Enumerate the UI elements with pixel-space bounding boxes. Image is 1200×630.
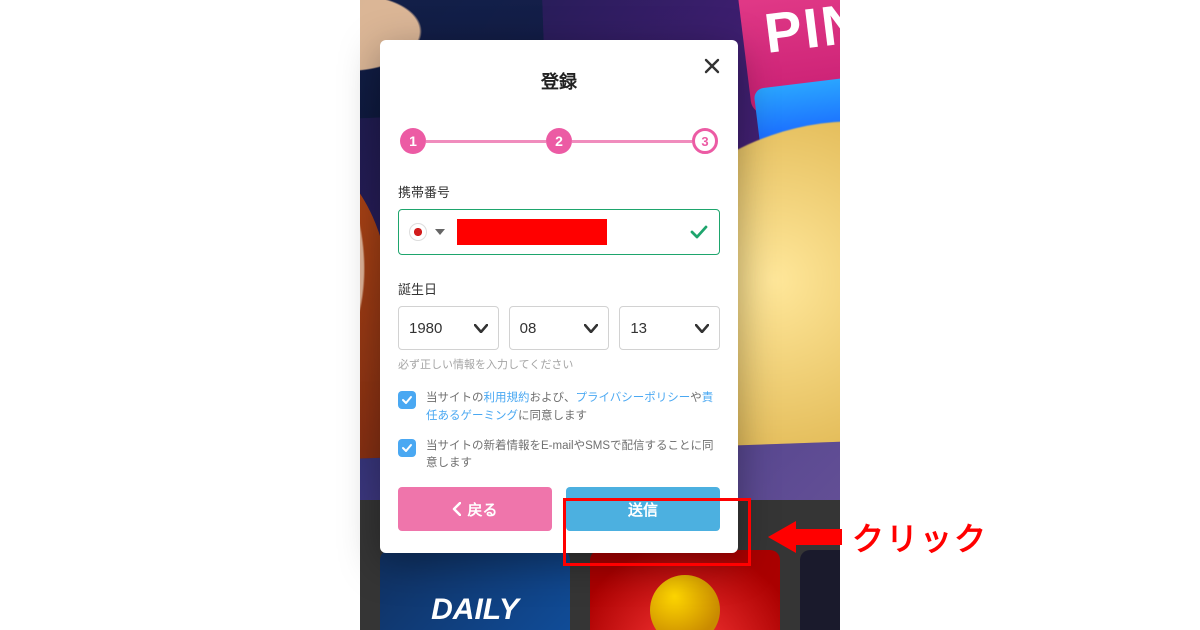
- phone-label: 携帯番号: [398, 182, 720, 201]
- step-2: 2: [546, 128, 572, 154]
- dob-selects: 1980 08 13: [398, 306, 720, 350]
- spin-badge-text: PIN: [761, 0, 840, 65]
- dob-helper: 必ず正しい情報を入力してください: [398, 356, 720, 372]
- terms-pre: 当サイトの: [426, 392, 484, 404]
- modal-title: 登録: [398, 68, 720, 94]
- step-1: 1: [400, 128, 426, 154]
- step-3: 3: [692, 128, 718, 154]
- news-checkbox[interactable]: [398, 439, 416, 457]
- game-tile-pragmatic[interactable]: [800, 550, 840, 630]
- day-value: 13: [630, 320, 647, 337]
- registration-modal: 登録 1 2 3 携帯番号 誕生日 1980 08: [380, 40, 738, 553]
- chevron-left-icon: [452, 502, 461, 516]
- close-button[interactable]: [700, 54, 724, 78]
- chevron-down-icon: [695, 324, 709, 333]
- month-value: 08: [520, 320, 537, 337]
- back-label: 戻る: [467, 499, 497, 520]
- chevron-down-icon: [474, 324, 488, 333]
- annotation-callout: クリック: [768, 514, 988, 560]
- terms-mid2: や: [690, 392, 702, 404]
- back-button[interactable]: 戻る: [398, 487, 552, 531]
- check-icon: [401, 442, 413, 454]
- dob-label: 誕生日: [398, 279, 720, 298]
- valid-check-icon: [689, 222, 709, 242]
- terms-post: に同意します: [518, 410, 587, 422]
- arrow-left-icon: [768, 521, 842, 553]
- button-row: 戻る 送信: [398, 487, 720, 531]
- close-icon: [704, 58, 720, 74]
- progress-stepper: 1 2 3: [398, 128, 720, 154]
- news-row: 当サイトの新着情報をE-mailやSMSで配信することに同意します: [398, 438, 720, 474]
- year-value: 1980: [409, 320, 442, 337]
- chevron-down-icon: [584, 324, 598, 333]
- flag-jp-icon: [409, 223, 427, 241]
- country-caret-icon: [435, 229, 445, 235]
- check-icon: [401, 394, 413, 406]
- news-text: 当サイトの新着情報をE-mailやSMSで配信することに同意します: [426, 438, 720, 474]
- privacy-link[interactable]: プライバシーポリシー: [576, 392, 691, 404]
- step-line: [572, 140, 692, 143]
- day-select[interactable]: 13: [619, 306, 720, 350]
- phone-value-redacted: [457, 219, 607, 245]
- phone-input[interactable]: [398, 209, 720, 255]
- callout-text: クリック: [852, 514, 988, 560]
- submit-button[interactable]: 送信: [566, 487, 720, 531]
- year-select[interactable]: 1980: [398, 306, 499, 350]
- terms-text: 当サイトの利用規約および、プライバシーポリシーや責任あるゲーミングに同意します: [426, 390, 720, 426]
- game-tile-bell[interactable]: [590, 550, 780, 630]
- terms-row: 当サイトの利用規約および、プライバシーポリシーや責任あるゲーミングに同意します: [398, 390, 720, 426]
- step-line: [426, 140, 546, 143]
- game-tile-daily[interactable]: [380, 550, 570, 630]
- submit-label: 送信: [628, 499, 658, 520]
- month-select[interactable]: 08: [509, 306, 610, 350]
- terms-mid1: および、: [530, 392, 576, 404]
- terms-checkbox[interactable]: [398, 391, 416, 409]
- terms-link[interactable]: 利用規約: [484, 392, 530, 404]
